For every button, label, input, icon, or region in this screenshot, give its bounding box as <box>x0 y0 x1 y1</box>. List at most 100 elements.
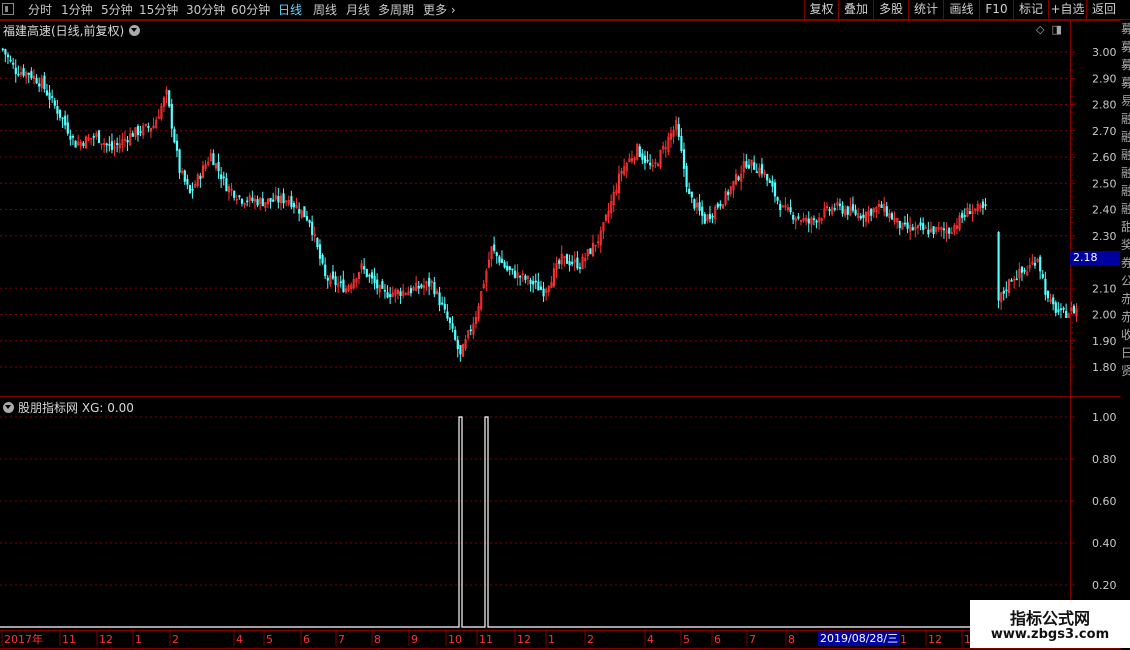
candle-body <box>755 171 758 174</box>
right-strip-char: 易 <box>1121 94 1130 108</box>
candle-body <box>828 209 831 212</box>
candle-body <box>225 178 228 192</box>
price-axis-label: 2.10 <box>1092 282 1117 295</box>
candle-body <box>368 274 371 277</box>
candle-body <box>537 281 540 291</box>
candle-body <box>186 179 189 185</box>
candle-body <box>576 257 579 269</box>
candle-body <box>217 161 220 172</box>
candle-body <box>963 215 966 217</box>
candle-body <box>1052 297 1055 305</box>
candle-body <box>1059 308 1063 311</box>
candle-body <box>183 170 186 182</box>
candle-body <box>97 130 101 143</box>
candle-body <box>383 289 387 292</box>
candle-body <box>948 228 951 234</box>
candle-body <box>12 62 15 65</box>
candle-body <box>500 258 504 264</box>
candle-body <box>321 255 324 264</box>
candle-body <box>188 185 192 193</box>
candle-body <box>1041 274 1044 278</box>
price-axis-label: 1.80 <box>1092 361 1117 374</box>
candle-body <box>69 135 72 140</box>
cursor-date-tag: 2019/08/28/三 <box>818 631 901 646</box>
candle-body <box>386 292 389 298</box>
time-axis-label: 5 <box>683 633 690 646</box>
candle-body <box>14 67 17 75</box>
candle-body <box>256 199 259 206</box>
candle-body <box>469 329 472 332</box>
candle-body <box>51 96 54 98</box>
candle-body <box>222 176 225 179</box>
candle-body <box>693 199 696 209</box>
candle-body <box>178 149 181 173</box>
candle-body <box>1015 278 1018 281</box>
right-strip-char: 融 <box>1121 202 1130 216</box>
right-strip-char: 贤 <box>1121 364 1130 378</box>
candle-body <box>532 280 535 285</box>
candle-body <box>519 275 522 278</box>
candle-body <box>1005 289 1008 292</box>
candle-body <box>838 203 842 206</box>
candle-body <box>638 146 641 157</box>
candle-body <box>961 213 964 218</box>
candle-body <box>643 155 647 164</box>
candle-body <box>74 140 77 148</box>
candle-body <box>565 254 569 264</box>
candle-body <box>641 153 644 160</box>
candle-body <box>558 260 561 264</box>
candle-body <box>269 198 272 202</box>
candle-body <box>768 180 771 183</box>
candle-body <box>246 200 249 203</box>
candle-body <box>571 261 574 265</box>
candle-body <box>443 303 446 310</box>
candle-body <box>711 215 714 218</box>
candle-body <box>331 271 335 279</box>
watermark: 指标公式网 www.zbgs3.com <box>970 600 1130 648</box>
candle-body <box>233 190 236 198</box>
candle-body <box>298 209 301 214</box>
candle-body <box>373 275 376 284</box>
candle-body <box>417 286 420 289</box>
candle-body <box>779 203 782 210</box>
candle-body <box>1044 278 1047 295</box>
candle-body <box>981 201 985 208</box>
indicator-axis-label: 0.80 <box>1092 453 1117 466</box>
candle-body <box>903 222 907 225</box>
candle-body <box>698 202 701 211</box>
kline-chart[interactable]: 3.00 2.90 2.80 2.70 2.60 2.50 2.40 2.30 2.10 2.00… <box>0 0 1121 650</box>
candle-body <box>890 213 894 220</box>
candle-body <box>1033 262 1037 266</box>
candle-body <box>773 182 777 197</box>
right-info-strip: 募募募募易融融融融融融甜奖券公赤赤收日贤 <box>1121 20 1130 630</box>
time-axis-label: 6 <box>714 633 721 646</box>
candle-body <box>968 211 972 215</box>
candle-body <box>854 209 857 215</box>
candle-body <box>365 268 368 277</box>
candle-body <box>4 49 7 55</box>
right-strip-char: 收 <box>1121 328 1130 342</box>
candle-body <box>771 180 774 187</box>
candle-body <box>66 122 69 134</box>
candle-body <box>680 135 683 152</box>
time-axis-label: 8 <box>374 633 381 646</box>
time-axis-label: 1 <box>548 633 555 646</box>
candle-body <box>451 323 454 329</box>
right-strip-char: 募 <box>1121 58 1130 72</box>
candle-body <box>110 141 114 150</box>
candle-body <box>292 203 296 208</box>
candle-body <box>71 136 75 138</box>
candle-body <box>534 280 537 283</box>
candle-body <box>261 198 264 207</box>
candle-body <box>58 109 62 118</box>
candle-body <box>911 227 914 231</box>
candle-body <box>220 174 223 180</box>
candle-body <box>846 206 849 215</box>
candle-body <box>45 90 49 96</box>
time-axis-label: 7 <box>338 633 345 646</box>
candle-body <box>27 72 30 75</box>
xg-signal-line <box>0 416 1070 628</box>
right-strip-char: 券 <box>1121 256 1130 270</box>
candle-body <box>753 162 756 170</box>
candle-body <box>139 131 142 133</box>
